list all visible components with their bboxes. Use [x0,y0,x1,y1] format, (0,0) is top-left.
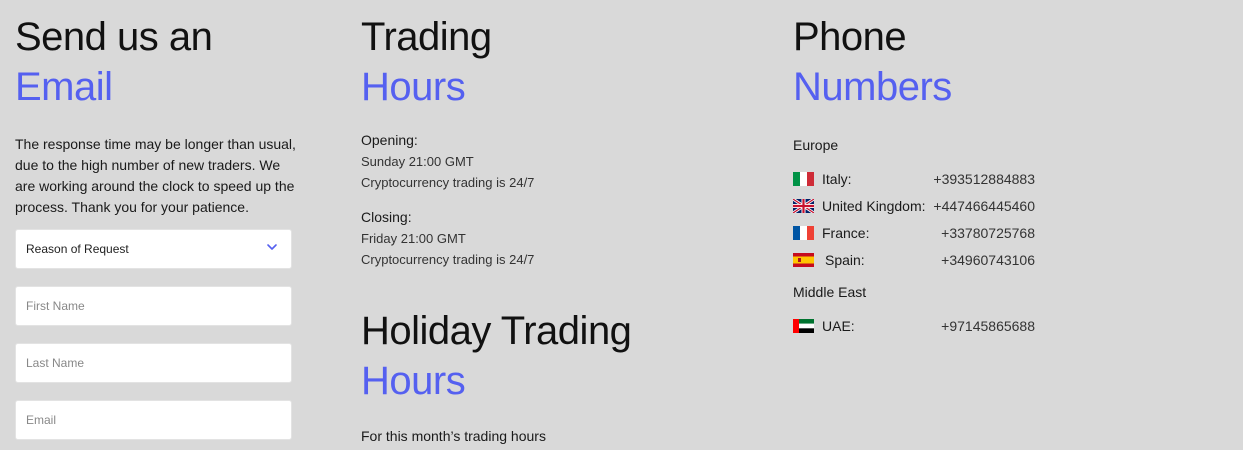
holiday-hours-title-line2: Hours [361,359,466,403]
email-description: The response time may be longer than usu… [15,136,296,215]
email-title-line2: Email [15,65,113,109]
opening-label: Opening: [361,132,418,148]
last-name-field [15,343,292,383]
country-label: United Kingdom: [822,198,926,214]
phone-row-uae: UAE: +97145865688 [793,316,1035,336]
phone-title-line2: Numbers [793,65,952,109]
reason-select-value: Reason of Request [26,242,129,256]
phone-row-uk: United Kingdom: +447466445460 [793,196,1035,216]
email-section: Send us an Email The response time may b… [15,0,296,440]
reason-select[interactable]: Reason of Request [15,229,292,269]
phone-number-link[interactable]: +97145865688 [941,316,1035,336]
phone-title-line1: Phone [793,15,907,59]
country-label: Spain: [825,252,865,268]
opening-note: Cryptocurrency trading is 24/7 [361,175,535,190]
phone-number-link[interactable]: +33780725768 [941,223,1035,243]
opening-block: Opening: Sunday 21:00 GMT Cryptocurrency… [361,130,534,193]
italy-flag-icon [793,172,814,186]
trading-hours-section: Trading Hours Opening: Sunday 21:00 GMT … [361,0,761,444]
phone-row-italy: Italy: +393512884883 [793,169,1035,189]
spain-flag-icon [793,253,814,267]
holiday-hours-section: Holiday Trading Hours For this month’s t… [361,308,761,447]
email-input[interactable] [26,401,266,439]
closing-note: Cryptocurrency trading is 24/7 [361,252,535,267]
chevron-down-icon [267,244,277,250]
trading-hours-title-line2: Hours [361,65,466,109]
phone-number-link[interactable]: +447466445460 [933,196,1035,216]
phone-number-link[interactable]: +34960743106 [941,250,1035,270]
country-label: France: [822,225,870,241]
phone-row-france: France: +33780725768 [793,223,1035,243]
phone-number-link[interactable]: +393512884883 [933,169,1035,189]
uae-flag-icon [793,319,814,333]
region-europe: Europe [793,137,839,153]
country-label: UAE: [822,318,855,334]
closing-time: Friday 21:00 GMT [361,231,466,246]
trading-hours-title-line1: Trading [361,15,492,59]
closing-block: Closing: Friday 21:00 GMT Cryptocurrency… [361,207,534,270]
closing-label: Closing: [361,209,412,225]
phone-numbers-section: Phone Numbers Europe Italy: +39351288488… [793,0,1053,334]
uk-flag-icon [793,199,814,213]
opening-time: Sunday 21:00 GMT [361,154,474,169]
france-flag-icon [793,226,814,240]
holiday-hours-note: For this month’s trading hours [361,428,546,444]
phone-row-spain: Spain: +34960743106 [793,250,1035,270]
last-name-input[interactable] [26,344,266,382]
email-title-line1: Send us an [15,15,213,59]
country-label: Italy: [822,171,852,187]
email-field [15,400,292,440]
first-name-field [15,286,292,326]
holiday-hours-title-line1: Holiday Trading [361,309,632,353]
first-name-input[interactable] [26,287,266,325]
region-middle-east: Middle East [793,284,867,300]
